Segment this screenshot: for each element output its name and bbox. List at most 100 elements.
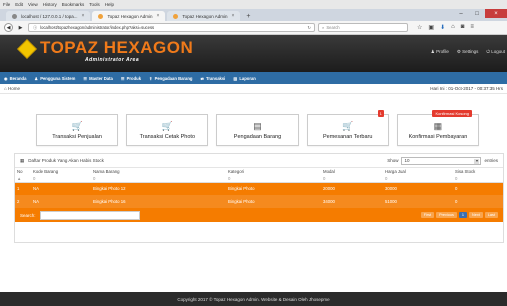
money-icon: ▦ — [433, 120, 443, 131]
menu-item-master-data[interactable]: ☰ Master Data — [83, 76, 113, 81]
url-text: localhost/topazhexagon/administrator/ind… — [40, 25, 155, 30]
menu-item-produk[interactable]: ☰ Produk — [121, 76, 141, 81]
favicon-icon — [98, 13, 104, 19]
download-icon[interactable]: ⬇ — [440, 24, 445, 31]
profile-link[interactable]: ♟ Profile — [431, 49, 449, 55]
clipboard-icon: ▤ — [253, 120, 262, 131]
pager-next-button[interactable]: Next — [469, 212, 483, 218]
column-filter[interactable]: 0 — [383, 175, 453, 183]
settings-link[interactable]: ⚙ Settings — [457, 49, 479, 55]
site-subtitle: Administrator Area — [85, 57, 140, 63]
column-header[interactable]: Kategori — [226, 168, 321, 175]
search-label: Search: — [20, 212, 36, 218]
site-header: TOPAZ HEXAGON Administrator Area ♟ Profi… — [0, 35, 507, 72]
column-filter[interactable]: 0 — [226, 175, 321, 183]
column-header[interactable]: No — [15, 168, 31, 175]
browser-tab[interactable]: localhost / 127.0.0.1 / topa... × — [6, 11, 91, 21]
pager-page-button[interactable]: 1 — [458, 212, 467, 218]
menu-edit[interactable]: Edit — [15, 2, 23, 7]
tile-transaksi-cetak-photo[interactable]: 🛒 Transaksi Cetak Photo — [126, 114, 209, 146]
list-icon: ☰ — [83, 75, 88, 81]
pagination: First Previous 1 Next Last — [420, 212, 498, 218]
menu-history[interactable]: History — [43, 2, 57, 7]
tile-pemesanan-terbaru[interactable]: 1 🛒 Pemesanan Terbaru — [306, 110, 389, 146]
users-icon: ♟ — [34, 75, 39, 81]
upload-icon: ⇪ — [149, 75, 153, 81]
new-tab-button[interactable]: + — [242, 11, 254, 21]
browser-tab[interactable]: Topaz Hexagon Admin × — [167, 11, 241, 21]
browser-tab-active[interactable]: Topaz Hexagon Admin × — [92, 11, 166, 21]
table-footer: Search: First Previous 1 Next Last — [15, 208, 503, 222]
table-row[interactable]: 2 NA Bingkai Photo 16 Bingkai Photo 3400… — [15, 195, 503, 208]
menu-item-laporan[interactable]: ▥ Laporan — [233, 76, 256, 81]
panel-header: ▦ Daftar Produk Yang Akan Habis Stock Sh… — [15, 154, 503, 168]
column-filter[interactable]: 0 — [31, 175, 91, 183]
dashboard-icon: ◉ — [4, 75, 8, 81]
close-tab-icon[interactable]: × — [82, 13, 85, 19]
page-size-select[interactable]: 10 ▼ — [401, 156, 482, 165]
column-header[interactable]: Kode Barang — [31, 168, 91, 175]
table-search-input[interactable] — [39, 210, 140, 220]
tile-pengadaan-barang[interactable]: ▤ Pengadaan Barang — [216, 114, 299, 146]
star-icon[interactable]: ☆ — [417, 24, 422, 31]
site-footer: Copyright 2017 © Topaz Hexagon Admin. We… — [0, 292, 507, 306]
reading-list-icon[interactable]: ▣ — [428, 24, 434, 31]
tab-label: localhost / 127.0.0.1 / topa... — [21, 13, 78, 19]
chevron-down-icon: ▼ — [474, 158, 480, 164]
browser-navbar: ◀ ▶ ⓘ localhost/topazhexagon/administrat… — [0, 21, 507, 35]
info-icon[interactable]: ⓘ — [33, 25, 37, 31]
column-filter[interactable]: 0 — [91, 175, 226, 183]
notification-badge: 1 — [377, 110, 384, 117]
exchange-icon: ⇄ — [200, 75, 205, 81]
pager-first-button[interactable]: First — [420, 212, 435, 218]
menu-view[interactable]: View — [28, 2, 38, 7]
tile-konfirmasi-pembayaran[interactable]: Konfirmasi Kosong ▦ Konfirmasi Pembayara… — [396, 110, 480, 146]
back-icon[interactable]: ◀ — [4, 23, 13, 32]
pocket-icon[interactable]: ◙ — [461, 24, 465, 31]
close-tab-icon[interactable]: × — [231, 13, 234, 19]
pager-last-button[interactable]: Last — [484, 212, 498, 218]
menu-file[interactable]: File — [3, 2, 10, 7]
browser-search-input[interactable]: ⌕ Search — [318, 23, 408, 32]
column-filter[interactable]: 0 — [453, 175, 503, 183]
forward-icon[interactable]: ▶ — [16, 23, 25, 32]
footer-text: Copyright 2017 © Topaz Hexagon Admin. We… — [177, 296, 330, 302]
table-row[interactable]: 1 NA Bingkai Photo 12 Bingkai Photo 2000… — [15, 182, 503, 195]
column-header[interactable]: Nama Barang — [91, 168, 226, 175]
menu-tools[interactable]: Tools — [89, 2, 100, 7]
menu-help[interactable]: Help — [105, 2, 114, 7]
browser-menubar: File Edit View History Bookmarks Tools H… — [0, 0, 507, 9]
cart-icon: 🛒 — [71, 120, 83, 131]
close-tab-icon[interactable]: × — [157, 13, 160, 19]
column-header[interactable]: Harga Jual — [383, 168, 453, 175]
reload-icon[interactable]: ↻ — [307, 25, 314, 30]
breadcrumb: ⌂ Home Hari Ini : 01-Oct-2017 - 00:37:35… — [0, 84, 507, 94]
address-bar[interactable]: ⓘ localhost/topazhexagon/administrator/i… — [28, 23, 315, 32]
tile-transaksi-penjualan[interactable]: 🛒 Transaksi Penjualan — [36, 114, 119, 146]
home-icon[interactable]: ⌂ — [451, 24, 455, 31]
menu-bookmarks[interactable]: Bookmarks — [62, 2, 85, 7]
maximize-icon[interactable]: □ — [469, 9, 485, 18]
column-header[interactable]: Sisa Stock — [453, 168, 503, 175]
list-icon: ☰ — [120, 75, 125, 81]
cart-icon: 🛒 — [161, 120, 173, 131]
menu-item-pengguna[interactable]: ♟ Pengguna Sistem — [34, 76, 75, 81]
close-window-icon[interactable]: × — [485, 9, 507, 18]
window-controls: – □ × — [453, 9, 507, 21]
breadcrumb-home[interactable]: Home — [8, 86, 20, 91]
menu-item-transaksi[interactable]: ⇄ Transaksi — [201, 76, 226, 81]
toolbar-icons: ☆ ▣ ⬇ ⌂ ◙ ≡ — [417, 24, 474, 31]
menu-item-beranda[interactable]: ◉ Beranda — [4, 76, 26, 81]
browser-tabbar: localhost / 127.0.0.1 / topa... × Topaz … — [0, 9, 507, 21]
pager-previous-button[interactable]: Previous — [436, 212, 457, 218]
logout-link[interactable]: ⏻ Logout — [486, 49, 505, 55]
chart-icon: ▥ — [233, 75, 238, 81]
minimize-icon[interactable]: – — [453, 9, 469, 18]
column-filter[interactable]: ▲ — [15, 175, 31, 183]
column-filter[interactable]: 0 — [321, 175, 383, 183]
column-header[interactable]: Modal — [321, 168, 383, 175]
shortcut-tiles: 🛒 Transaksi Penjualan 🛒 Transaksi Cetak … — [32, 110, 483, 146]
low-stock-panel: ▦ Daftar Produk Yang Akan Habis Stock Sh… — [14, 153, 504, 243]
hamburger-menu-icon[interactable]: ≡ — [470, 24, 474, 31]
menu-item-pengadaan[interactable]: ⇪ Pengadaan Barang — [149, 76, 192, 81]
